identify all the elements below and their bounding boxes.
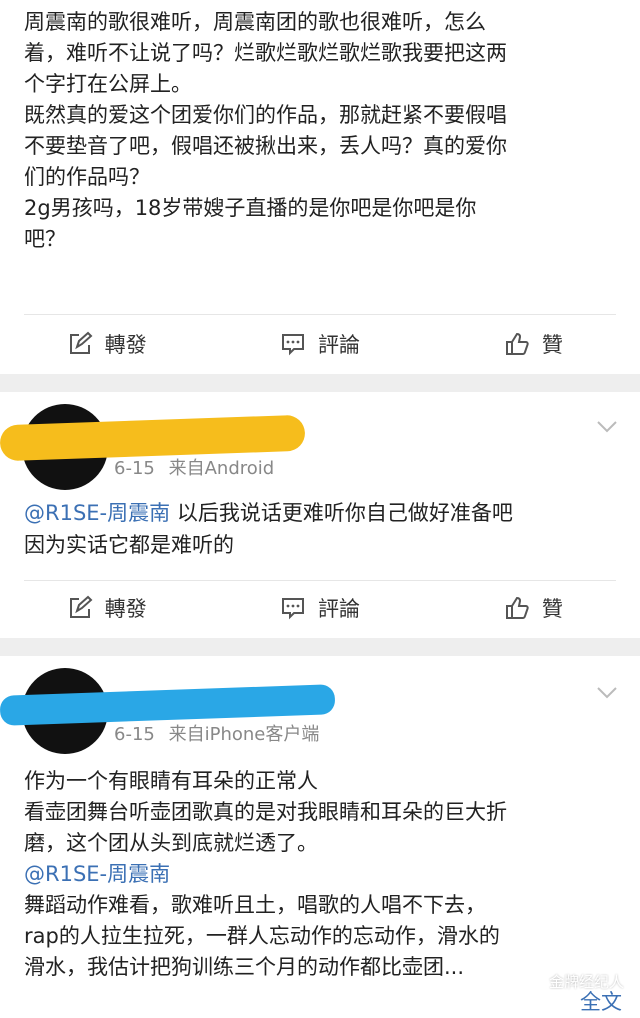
comment-line: 看壶团舞台听壶团歌真的是对我眼睛和耳朵的巨大折: [24, 800, 507, 824]
comment-line: rap的人拉生拉死，一群人忘动作的忘动作，滑水的: [24, 924, 500, 948]
post-line: 既然真的爱这个团爱你们的作品，那就赶紧不要假唱: [24, 103, 507, 127]
comment-source: 来自iPhone客户端: [168, 724, 320, 745]
comment-bubble-icon: [280, 331, 306, 357]
comment-date: 6-15: [114, 724, 155, 745]
comment-meta: 6-15 来自iPhone客户端: [114, 720, 319, 746]
divider: [24, 314, 616, 315]
post-actions: 轉發 評論 贊: [0, 316, 640, 372]
like-button[interactable]: 贊: [427, 316, 640, 372]
post-line: 吧？: [24, 227, 66, 251]
mention-link[interactable]: @R1SE-周震南: [24, 859, 507, 889]
section-gap: [0, 638, 640, 656]
comment-line: 因为实话它都是难听的: [24, 533, 234, 557]
thumbs-up-icon: [504, 595, 530, 621]
post-line: 个字打在公屏上。: [24, 72, 192, 96]
like-label: 贊: [541, 333, 563, 357]
post-line: 不要垫音了吧，假唱还被揪出来，丢人吗？真的爱你: [24, 134, 507, 158]
comment-line: 滑水，我估计把狗训练三个月的动作都比壶团...: [24, 955, 465, 979]
comment-meta: 6-15 来自Android: [114, 454, 274, 480]
post-line: 着，难听不让说了吗？烂歌烂歌烂歌烂歌我要把这两: [24, 41, 507, 65]
comment-bubble-icon: [280, 595, 306, 621]
repost-label: 轉發: [104, 333, 147, 357]
repost-button[interactable]: 轉發: [0, 316, 213, 372]
repost-button[interactable]: 轉發: [0, 580, 213, 636]
comment-label: 評論: [317, 597, 360, 621]
comment-line: 磨，这个团从头到底就烂透了。: [24, 831, 318, 855]
comment-body: 作为一个有眼睛有耳朵的正常人 看壶团舞台听壶团歌真的是对我眼睛和耳朵的巨大折 磨…: [0, 766, 531, 982]
comment-body: @R1SE-周震南 以后我说话更难听你自己做好准备吧 因为实话它都是难听的: [0, 498, 537, 560]
like-button[interactable]: 贊: [427, 580, 640, 636]
comment-button[interactable]: 評論: [213, 580, 426, 636]
comment-line: 舞蹈动作难看，歌难听且土，唱歌的人唱不下去，: [24, 893, 486, 917]
chevron-down-icon[interactable]: [596, 420, 618, 434]
comment-button[interactable]: 評論: [213, 316, 426, 372]
section-gap: [0, 374, 640, 392]
post-line: 周震南的歌很难听，周震南团的歌也很难听，怎么: [24, 10, 486, 34]
like-label: 贊: [541, 597, 563, 621]
chevron-down-icon[interactable]: [596, 686, 618, 700]
comment-source: 来自Android: [168, 458, 275, 479]
comment-actions: 轉發 評論 贊: [0, 580, 640, 636]
edit-square-icon: [67, 331, 93, 357]
post-line: 2g男孩吗，18岁带嫂子直播的是你吧是你吧是你: [24, 196, 477, 220]
repost-label: 轉發: [104, 597, 147, 621]
comment-date: 6-15: [114, 458, 155, 479]
full-text-link[interactable]: 全文: [580, 986, 622, 1016]
comment-line: 作为一个有眼睛有耳朵的正常人: [24, 769, 318, 793]
edit-square-icon: [67, 595, 93, 621]
post-body: 周震南的歌很难听，周震南团的歌也很难听，怎么 着，难听不让说了吗？烂歌烂歌烂歌烂…: [0, 7, 531, 254]
comment-card: 6-15 来自Android @R1SE-周震南 以后我说话更难听你自己做好准备…: [0, 392, 640, 638]
comment-label: 評論: [317, 333, 360, 357]
post-line: 们的作品吗？: [24, 165, 150, 189]
thumbs-up-icon: [504, 331, 530, 357]
comment-text: 以后我说话更难听你自己做好准备吧: [170, 501, 513, 525]
post-card: 周震南的歌很难听，周震南团的歌也很难听，怎么 着，难听不让说了吗？烂歌烂歌烂歌烂…: [0, 0, 640, 374]
mention-link[interactable]: @R1SE-周震南: [24, 501, 170, 525]
wechat-icon: [525, 974, 544, 988]
comment-card: 6-15 来自iPhone客户端 作为一个有眼睛有耳朵的正常人 看壶团舞台听壶团…: [0, 656, 640, 1018]
comment-line: @R1SE-周震南 以后我说话更难听你自己做好准备吧: [24, 498, 513, 528]
